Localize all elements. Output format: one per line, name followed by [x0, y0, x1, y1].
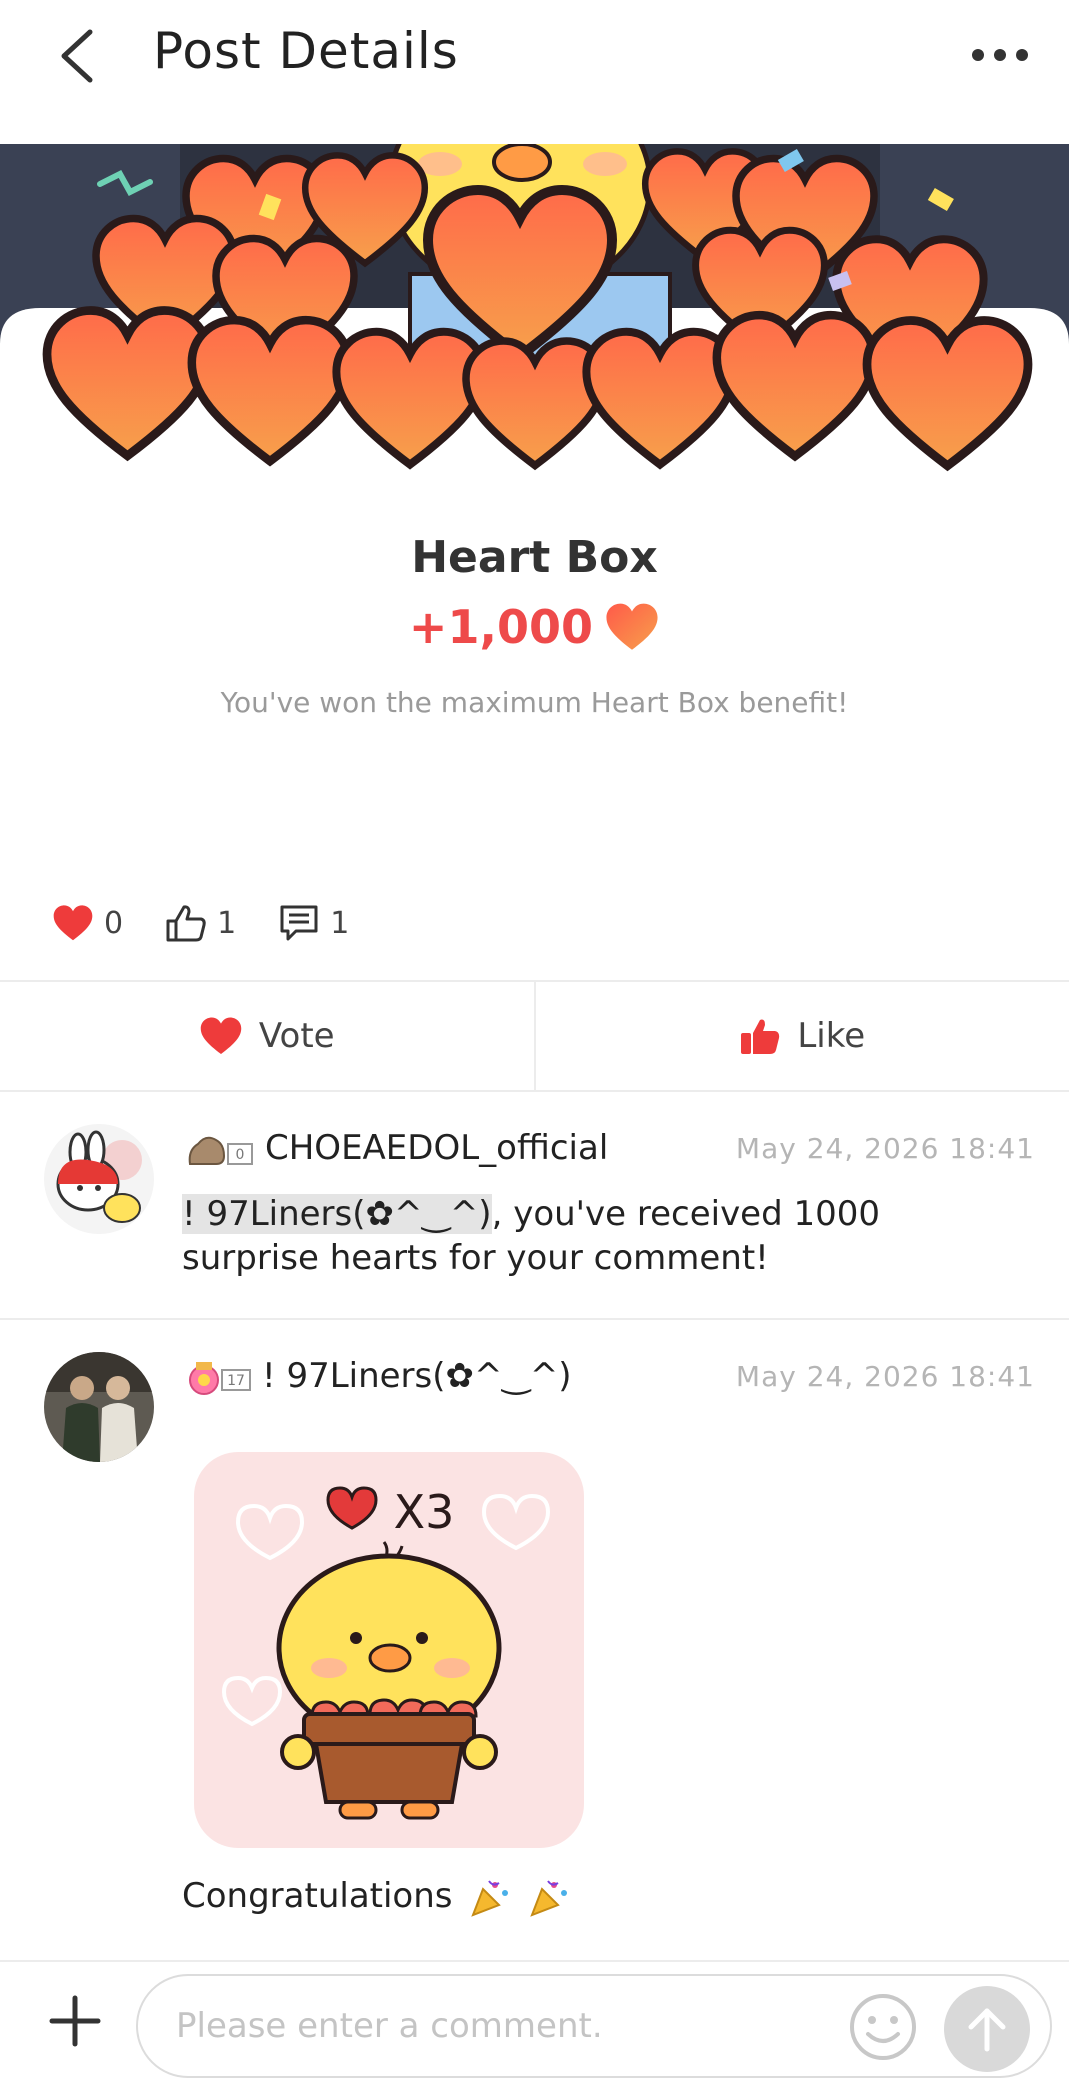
heart-count: 0 [52, 904, 123, 942]
badge-level: 0 [236, 1147, 245, 1163]
add-attachment-button[interactable] [44, 1990, 106, 2052]
chevron-left-icon [61, 29, 93, 83]
heart-box-reward: +1,000 [0, 600, 1069, 654]
heart-icon [53, 905, 93, 941]
heart-box-illustration [0, 144, 1069, 504]
more-options-button[interactable] [970, 40, 1030, 70]
page-title: Post Details [153, 22, 459, 80]
mention-tag[interactable]: ! 97Liners(✿^‿^) [182, 1194, 492, 1234]
sticker-multiplier: X3 [394, 1485, 455, 1539]
heart-box-description: You've won the maximum Heart Box benefit… [220, 686, 849, 719]
user-level-badge: 17 [186, 1358, 256, 1398]
avatar[interactable] [44, 1124, 154, 1234]
like-button[interactable]: Like [533, 982, 1069, 1090]
comment-item: 17 ! 97Liners(✿^‿^) May 24, 2026 18:41 X… [0, 1320, 1069, 1960]
party-popper-icon [530, 1879, 568, 1917]
badge-level: 17 [227, 1373, 245, 1389]
like-label: Like [797, 1016, 866, 1056]
like-count-value: 1 [217, 905, 237, 941]
comment-icon [280, 905, 318, 941]
flower-badge-icon: 17 [189, 1362, 251, 1395]
comment-count-value: 1 [330, 905, 350, 941]
heart-icon [606, 603, 658, 650]
arrow-up-icon [968, 2008, 1006, 2052]
heart-box-title: Heart Box [411, 532, 658, 583]
heart-icon [200, 1017, 242, 1055]
user-level-badge: 0 [186, 1130, 256, 1170]
party-popper-icon [471, 1879, 509, 1917]
smiley-icon [850, 1994, 916, 2060]
comment-author[interactable]: ! 97Liners(✿^‿^) [262, 1356, 572, 1396]
heart-count-value: 0 [104, 905, 124, 941]
back-button[interactable] [52, 24, 108, 88]
heart-box-banner [0, 144, 1069, 504]
comment-text: Congratulations [182, 1876, 570, 1919]
post-stats: 0 1 1 [52, 898, 391, 948]
plus-icon [49, 1995, 101, 2047]
avatar[interactable] [44, 1352, 154, 1462]
vote-label: Vote [258, 1016, 335, 1056]
comment-author[interactable]: CHOEAEDOL_official [265, 1128, 608, 1168]
comment-time: May 24, 2026 18:41 [735, 1132, 1035, 1165]
thumbs-up-icon [741, 1019, 780, 1054]
comment-input[interactable] [176, 1976, 816, 2076]
comment-body: Congratulations [182, 1876, 453, 1916]
comment-composer [0, 1960, 1069, 2084]
comment-input-wrapper [136, 1974, 1052, 2078]
rock-badge-icon: 0 [188, 1136, 253, 1165]
post-actions: Vote Like [0, 980, 1069, 1092]
header: Post Details [0, 0, 1069, 144]
more-horizontal-icon [972, 49, 1028, 61]
emoji-button[interactable] [848, 1992, 918, 2062]
thumbs-up-icon [166, 905, 206, 942]
comment-item: 0 CHOEAEDOL_official May 24, 2026 18:41 … [0, 1092, 1069, 1320]
bunny-avatar-icon [44, 1124, 154, 1234]
comment-count: 1 [278, 903, 349, 943]
duck-heart-sticker-icon: X3 [194, 1452, 584, 1848]
send-button[interactable] [944, 1986, 1030, 2072]
comment-text: ! 97Liners(✿^‿^), you've received 1000 s… [182, 1192, 1022, 1280]
heart-box-amount: +1,000 [408, 600, 593, 654]
sticker-image[interactable]: X3 [194, 1452, 584, 1848]
like-count: 1 [165, 903, 236, 943]
vote-button[interactable]: Vote [0, 982, 534, 1090]
photo-avatar-icon [44, 1352, 154, 1462]
comment-time: May 24, 2026 18:41 [735, 1360, 1035, 1393]
